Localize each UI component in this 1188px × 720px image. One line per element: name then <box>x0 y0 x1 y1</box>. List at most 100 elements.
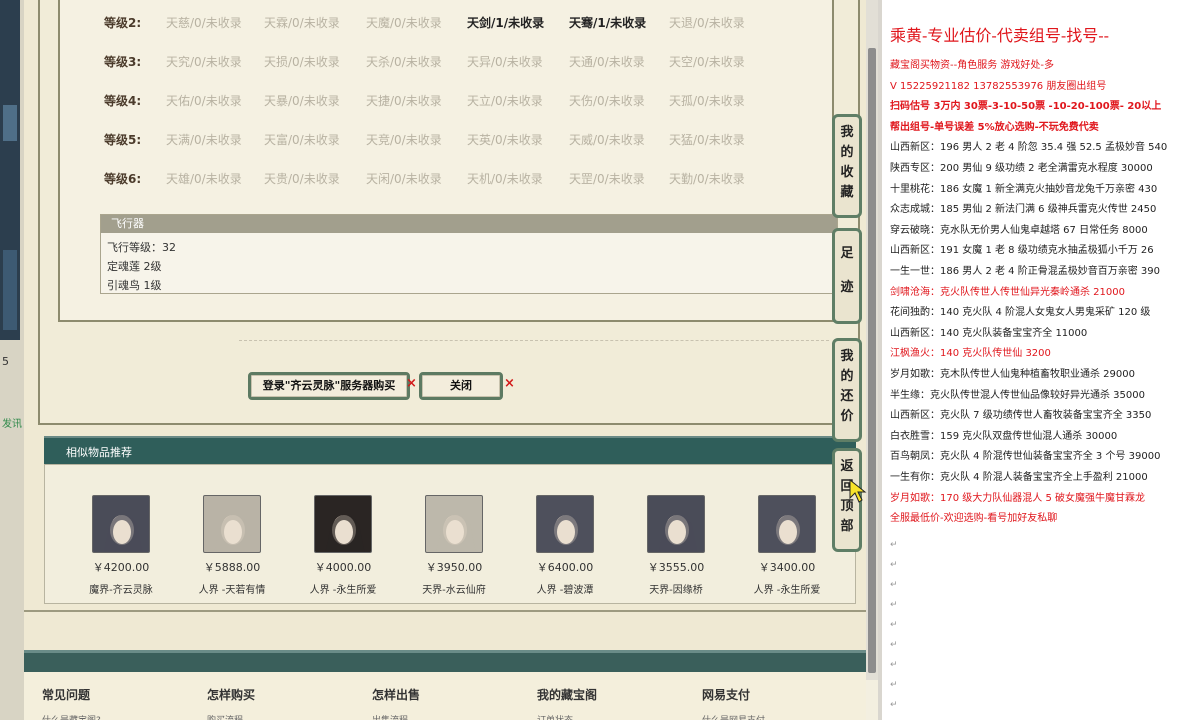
star-cell[interactable]: 天慈/0/未收录 <box>166 14 242 31</box>
avatar[interactable] <box>203 495 261 553</box>
recommend-item[interactable]: ￥6400.00 人界 -碧波潭 <box>515 495 615 596</box>
chat-line: 十里桃花：186 女魔 1 新全满克火抽妙音龙兔千万亲密 430 <box>890 183 1158 195</box>
paragraph-mark-icon: ↵ <box>890 600 898 610</box>
close-button[interactable]: 关闭 <box>419 372 503 400</box>
footer-link[interactable]: 订单状态 <box>537 713 597 720</box>
window-thumbnail[interactable] <box>3 105 17 141</box>
footer-link[interactable]: 出售流程 <box>372 713 420 720</box>
item-price: ￥3555.00 <box>647 561 705 574</box>
footer-title: 网易支付 <box>702 688 751 702</box>
chat-line: V 15225921182 13782553976 朋友圈出组号 <box>890 80 1107 92</box>
star-cell[interactable]: 天捷/0/未收录 <box>366 92 442 109</box>
star-cell[interactable]: 天伤/0/未收录 <box>569 92 645 109</box>
chat-line: 众志成城：185 男仙 2 新法门满 6 级神兵雷克火传世 2450 <box>890 204 1157 216</box>
paragraph-mark-icon: ↵ <box>890 680 898 690</box>
star-cell[interactable]: 天威/0/未收录 <box>569 131 645 148</box>
chat-line: 扫码估号 3万内 30票-3-10-50票 -10-20-100票- 20以上 <box>890 101 1162 113</box>
recommend-item[interactable]: ￥4200.00 魔界-齐云灵脉 <box>71 495 171 596</box>
level-row: 等级2: 天慈/0/未收录 天霖/0/未收录 天魔/0/未收录 天剑/1/未收录 天骞/1… <box>104 14 824 34</box>
star-cell[interactable]: 天魔/0/未收录 <box>366 14 442 31</box>
level-row: 等级5: 天满/0/未收录 天富/0/未收录 天竞/0/未收录 天英/0/未收录 天威/0… <box>104 131 824 151</box>
flyer-header: 飞行器 <box>101 215 837 233</box>
recommend-item[interactable]: ￥4000.00 人界 -永生所爱 <box>293 495 393 596</box>
chat-line: 一生有你：克火队 4 阶混人装备宝宝齐全上手盈利 21000 <box>890 472 1148 483</box>
star-cell[interactable]: 天佑/0/未收录 <box>166 92 242 109</box>
chat-line: 白衣胜雪：159 克火队双盘传世仙混人通杀 30000 <box>890 430 1118 442</box>
scrollbar-thumb[interactable] <box>868 48 876 673</box>
footer-title: 怎样出售 <box>372 688 421 702</box>
footer-link[interactable]: 什么是藏宝阁? <box>42 713 101 720</box>
avatar[interactable] <box>647 495 705 553</box>
level-label: 等级6: <box>104 172 142 186</box>
flyer-bird: 引魂鸟 1级 <box>107 279 162 292</box>
divider <box>239 340 829 341</box>
star-cell[interactable]: 天暴/0/未收录 <box>264 92 340 109</box>
avatar[interactable] <box>314 495 372 553</box>
close-x-icon[interactable]: × <box>406 376 417 391</box>
footer: 常见问题什么是藏宝阁? 怎样购买购买流程 怎样出售出售流程 我的藏宝阁订单状态 网易支付… <box>24 672 866 720</box>
star-cell[interactable]: 天猛/0/未收录 <box>669 131 745 148</box>
float-nav-button[interactable]: 我的收藏 <box>832 114 862 218</box>
lower-panel <box>24 610 866 650</box>
star-cell[interactable]: 天剑/1/未收录 <box>467 14 544 31</box>
star-cell[interactable]: 天英/0/未收录 <box>467 131 543 148</box>
star-cell[interactable]: 天孤/0/未收录 <box>669 92 745 109</box>
recommend-item[interactable]: ￥3950.00 天界-水云仙府 <box>404 495 504 596</box>
float-nav-label: 足迹 <box>840 246 854 295</box>
page-scrollbar[interactable] <box>866 0 878 680</box>
star-cell[interactable]: 天富/0/未收录 <box>264 131 340 148</box>
star-cell[interactable]: 天罡/0/未收录 <box>569 170 645 187</box>
level-row: 等级3: 天究/0/未收录 天损/0/未收录 天杀/0/未收录 天异/0/未收录 天通/0… <box>104 53 824 73</box>
close-x-icon[interactable]: × <box>504 376 515 391</box>
chat-line: 岁月如歌：克木队传世人仙鬼种植畜牧职业通杀 29000 <box>890 369 1135 380</box>
paragraph-mark-icon: ↵ <box>890 560 898 570</box>
star-cell[interactable]: 天异/0/未收录 <box>467 53 543 70</box>
flyer-lotus: 定魂莲 2级 <box>107 260 162 273</box>
star-cell[interactable]: 天损/0/未收录 <box>264 53 340 70</box>
footer-column: 常见问题什么是藏宝阁? <box>42 686 101 720</box>
star-cell[interactable]: 天闲/0/未收录 <box>366 170 442 187</box>
item-price: ￥3400.00 <box>758 561 816 574</box>
star-cell[interactable]: 天勤/0/未收录 <box>669 170 745 187</box>
star-cell[interactable]: 天骞/1/未收录 <box>569 14 646 31</box>
star-cell[interactable]: 天退/0/未收录 <box>669 14 745 31</box>
footer-link[interactable]: 购买流程 <box>207 713 255 720</box>
star-cell[interactable]: 天立/0/未收录 <box>467 92 543 109</box>
login-buy-button[interactable]: 登录"齐云灵脉"服务器购买 <box>248 372 410 400</box>
chat-line: 山西新区：克火队 7 级功绩传世人畜牧装备宝宝齐全 3350 <box>890 410 1152 422</box>
item-price: ￥4000.00 <box>314 561 372 574</box>
item-server: 天界-水云仙府 <box>422 585 486 596</box>
recommend-item[interactable]: ￥5888.00 人界 -天若有情 <box>182 495 282 596</box>
star-cell[interactable]: 天竞/0/未收录 <box>366 131 442 148</box>
paragraph-mark-icon: ↵ <box>890 660 898 670</box>
star-cell[interactable]: 天贵/0/未收录 <box>264 170 340 187</box>
item-server: 人界 -天若有情 <box>198 585 266 596</box>
level-label: 等级2: <box>104 16 142 30</box>
star-cell[interactable]: 天机/0/未收录 <box>467 170 543 187</box>
star-cell[interactable]: 天究/0/未收录 <box>166 53 242 70</box>
star-cell[interactable]: 天空/0/未收录 <box>669 53 745 70</box>
star-cell[interactable]: 天霖/0/未收录 <box>264 14 340 31</box>
level-row: 等级6: 天雄/0/未收录 天贵/0/未收录 天闲/0/未收录 天机/0/未收录 天罡/0… <box>104 170 824 190</box>
recommend-item[interactable]: ￥3400.00 人界 -永生所爱 <box>737 495 837 596</box>
item-price: ￥6400.00 <box>536 561 594 574</box>
star-cell[interactable]: 天雄/0/未收录 <box>166 170 242 187</box>
star-cell[interactable]: 天通/0/未收录 <box>569 53 645 70</box>
float-nav-button[interactable]: 足迹 <box>832 228 862 324</box>
avatar[interactable] <box>92 495 150 553</box>
star-cell[interactable]: 天满/0/未收录 <box>166 131 242 148</box>
chat-line: 半生缘：克火队传世混人传世仙品像较好异光通杀 35000 <box>890 389 1145 401</box>
recommend-item[interactable]: ￥3555.00 天界-因缘桥 <box>626 495 726 596</box>
float-nav-button[interactable]: 我的还价 <box>832 338 862 442</box>
avatar[interactable] <box>536 495 594 553</box>
level-row: 等级4: 天佑/0/未收录 天暴/0/未收录 天捷/0/未收录 天立/0/未收录 天伤/0… <box>104 92 824 112</box>
star-cell[interactable]: 天杀/0/未收录 <box>366 53 442 70</box>
item-server: 魔界-齐云灵脉 <box>89 585 153 596</box>
paragraph-mark-icon: ↵ <box>890 540 898 550</box>
footer-link[interactable]: 什么是网易支付 <box>702 713 765 720</box>
item-server: 人界 -永生所爱 <box>309 585 377 596</box>
footer-title: 怎样购买 <box>207 688 256 702</box>
avatar[interactable] <box>758 495 816 553</box>
window-thumbnail[interactable] <box>3 250 17 330</box>
avatar[interactable] <box>425 495 483 553</box>
